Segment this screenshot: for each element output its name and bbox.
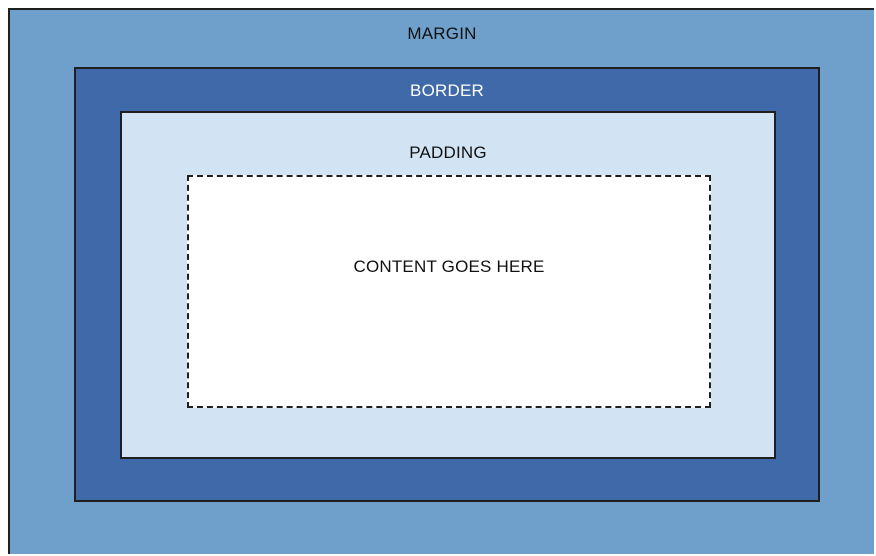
padding-region: PADDING CONTENT GOES HERE [120, 111, 776, 459]
border-label: BORDER [410, 81, 484, 100]
content-region: CONTENT GOES HERE [187, 175, 711, 408]
padding-label: PADDING [409, 143, 487, 162]
box-model-diagram: MARGIN BORDER PADDING CONTENT GOES HERE [8, 8, 874, 554]
border-region: BORDER PADDING CONTENT GOES HERE [74, 67, 820, 502]
content-label: CONTENT GOES HERE [353, 257, 545, 276]
margin-label: MARGIN [407, 24, 477, 43]
